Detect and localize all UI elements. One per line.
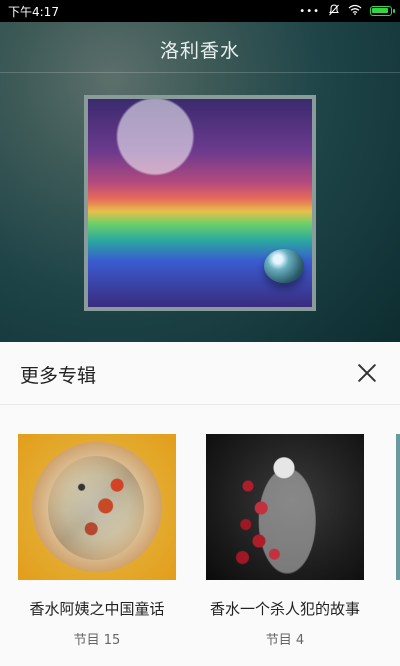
wifi-icon [348,4,362,18]
album-card[interactable]: 香水阿姨之中国童话 节目 15 [18,434,176,648]
sheet-header: 更多专辑 [0,342,400,404]
sheet-title: 更多专辑 [20,365,97,387]
next-album-peek[interactable] [396,434,400,580]
album-card[interactable]: 香水一个杀人犯的故事 节目 4 [206,434,364,648]
album-episode-count: 节目 15 [73,633,121,648]
close-icon[interactable] [356,362,378,384]
album-cover [18,434,176,580]
album-title: 香水一个杀人犯的故事 [209,600,360,618]
cover-image [88,99,312,307]
album-cover-art[interactable] [84,95,316,311]
player-title: 洛利香水 [159,40,240,62]
status-time: 下午4:17 [8,4,59,19]
status-bar: 下午4:17 ••• [0,0,400,22]
more-dots-icon: ••• [299,5,320,17]
player-panel: 洛利香水 [0,22,400,342]
status-icons: ••• [299,3,395,19]
battery-icon [370,6,395,16]
album-episode-count: 节目 4 [265,633,305,648]
album-cover [206,434,364,580]
mute-bell-icon [328,3,340,19]
album-title: 香水阿姨之中国童话 [29,600,165,618]
divider [0,72,400,73]
more-albums-sheet: 更多专辑 香水阿姨之中国童话 节目 15 香水一个杀人犯的故事 节目 4 [0,342,400,666]
divider [0,404,400,405]
